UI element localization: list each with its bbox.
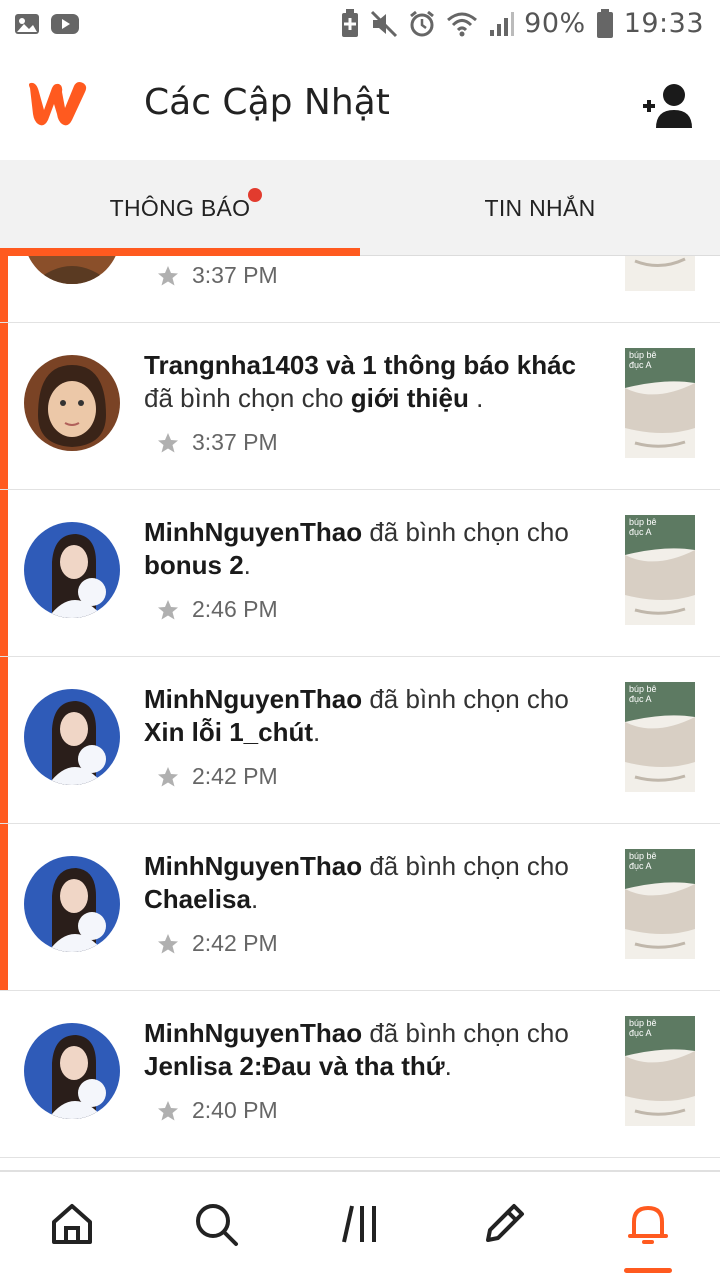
notification-actor[interactable]: MinhNguyenThao: [144, 517, 362, 547]
thumbnail-caption: búp bê đục A: [629, 350, 657, 370]
add-user-icon[interactable]: [640, 82, 696, 130]
star-icon: [158, 432, 178, 452]
notification-text: đã bình chọn cho: [362, 851, 569, 881]
battery-icon: [596, 8, 613, 38]
notification-text: đã bình chọn cho: [144, 383, 351, 413]
notification-text: đã bình chọn cho: [362, 1018, 569, 1048]
bottom-nav: [0, 1170, 720, 1280]
tab-notifications[interactable]: THÔNG BÁO: [0, 160, 360, 256]
notifications-icon[interactable]: [624, 1200, 672, 1248]
notification-time: 2:40 PM: [192, 1097, 278, 1123]
page-title: Các Cập Nhật: [144, 82, 390, 123]
avatar: [24, 1023, 120, 1119]
status-bar: 90% 19:33: [0, 0, 720, 52]
active-nav-indicator: [624, 1268, 672, 1273]
youtube-icon: [51, 14, 79, 34]
search-icon[interactable]: [192, 1200, 240, 1248]
star-icon: [158, 933, 178, 953]
notification-text: đã bình chọn cho: [362, 517, 569, 547]
thumbnail-caption: búp bê đục A: [629, 851, 657, 871]
notification-time: 2:46 PM: [192, 596, 278, 622]
notification-message: MinhNguyenThao đã bình chọn cho Chaelisa…: [144, 850, 604, 916]
list-item[interactable]: Trangnha1403 và 1 thông báo khác đã bình…: [0, 323, 720, 490]
notification-suffix: .: [468, 383, 484, 413]
tab-notifications-label: THÔNG BÁO: [109, 194, 251, 221]
notification-target[interactable]: Jenlisa 2:Đau và tha thứ: [144, 1051, 445, 1081]
star-icon: [158, 766, 178, 786]
story-thumbnail[interactable]: búp bê đục A: [625, 849, 695, 959]
notification-message: MinhNguyenThao đã bình chọn cho Jenlisa …: [144, 1017, 604, 1083]
notification-suffix: .: [243, 550, 251, 580]
notification-list[interactable]: 3:37 PM Trangnha1403 và 1 thông báo khác…: [0, 256, 720, 1170]
avatar: [24, 856, 120, 952]
list-item[interactable]: 3:37 PM: [0, 256, 720, 323]
story-thumbnail[interactable]: búp bê đục A: [625, 515, 695, 625]
wifi-icon: [447, 12, 478, 36]
tab-messages-label: TIN NHẮN: [484, 194, 596, 221]
notification-actor[interactable]: Trangnha1403 và 1 thông báo khác: [144, 350, 576, 380]
avatar: [24, 522, 120, 618]
notification-actor[interactable]: MinhNguyenThao: [144, 684, 362, 714]
story-thumbnail[interactable]: búp bê đục A: [625, 348, 695, 458]
notification-suffix: .: [444, 1051, 452, 1081]
battery-saver-icon: [342, 8, 359, 37]
notification-text: đã bình chọn cho: [362, 684, 569, 714]
notification-message: MinhNguyenThao đã bình chọn cho bonus 2.: [144, 516, 604, 582]
notification-time: 2:42 PM: [192, 930, 278, 956]
library-icon[interactable]: [336, 1200, 384, 1248]
wattpad-logo[interactable]: [22, 78, 92, 130]
notification-actor[interactable]: MinhNguyenThao: [144, 1018, 362, 1048]
mute-icon: [371, 10, 398, 37]
avatar: [24, 355, 120, 451]
write-icon[interactable]: [480, 1200, 528, 1248]
avatar: [24, 256, 120, 284]
notification-target[interactable]: giới thiệu: [351, 383, 469, 413]
notification-target[interactable]: Xin lỗi 1_chút: [144, 717, 313, 747]
tab-messages[interactable]: TIN NHẮN: [360, 160, 720, 256]
gallery-icon: [15, 14, 39, 34]
battery-percent: 90%: [524, 8, 586, 39]
story-thumbnail[interactable]: búp bê đục A: [625, 1016, 695, 1126]
signal-icon: [490, 11, 515, 36]
notification-suffix: .: [250, 884, 259, 914]
active-tab-indicator: [0, 248, 360, 256]
thumbnail-caption: búp bê đục A: [629, 1018, 657, 1038]
alarm-icon: [410, 10, 435, 36]
home-icon[interactable]: [48, 1200, 96, 1248]
list-item[interactable]: MinhNguyenThao đã bình chọn cho bonus 2.…: [0, 490, 720, 657]
notification-time: 3:37 PM: [192, 429, 278, 455]
avatar: [24, 689, 120, 785]
notification-time: 3:37 PM: [192, 262, 278, 288]
notification-message: Trangnha1403 và 1 thông báo khác đã bình…: [144, 349, 604, 415]
app-header: Các Cập Nhật: [0, 52, 720, 160]
list-item[interactable]: MinhNguyenThao đã bình chọn cho Jenlisa …: [0, 991, 720, 1158]
story-thumbnail[interactable]: búp bê đục A: [625, 682, 695, 792]
story-thumbnail[interactable]: [625, 256, 695, 291]
tab-bar: THÔNG BÁO TIN NHẮN: [0, 160, 720, 256]
notification-time: 2:42 PM: [192, 763, 278, 789]
list-item[interactable]: MinhNguyenThao đã bình chọn cho Xin lỗi …: [0, 657, 720, 824]
star-icon: [158, 599, 178, 619]
unread-badge: [248, 188, 262, 202]
star-icon: [158, 265, 178, 285]
notification-actor[interactable]: MinhNguyenThao: [144, 851, 362, 881]
thumbnail-caption: búp bê đục A: [629, 517, 657, 537]
notification-suffix: .: [313, 717, 321, 747]
notification-message: MinhNguyenThao đã bình chọn cho Xin lỗi …: [144, 683, 604, 749]
star-icon: [158, 1100, 178, 1120]
notification-target[interactable]: bonus 2: [144, 550, 244, 580]
clock: 19:33: [623, 8, 704, 39]
list-item[interactable]: MinhNguyenThao đã bình chọn cho Chaelisa…: [0, 824, 720, 991]
thumbnail-caption: búp bê đục A: [629, 684, 657, 704]
notification-target[interactable]: Chaelisa: [144, 884, 251, 914]
